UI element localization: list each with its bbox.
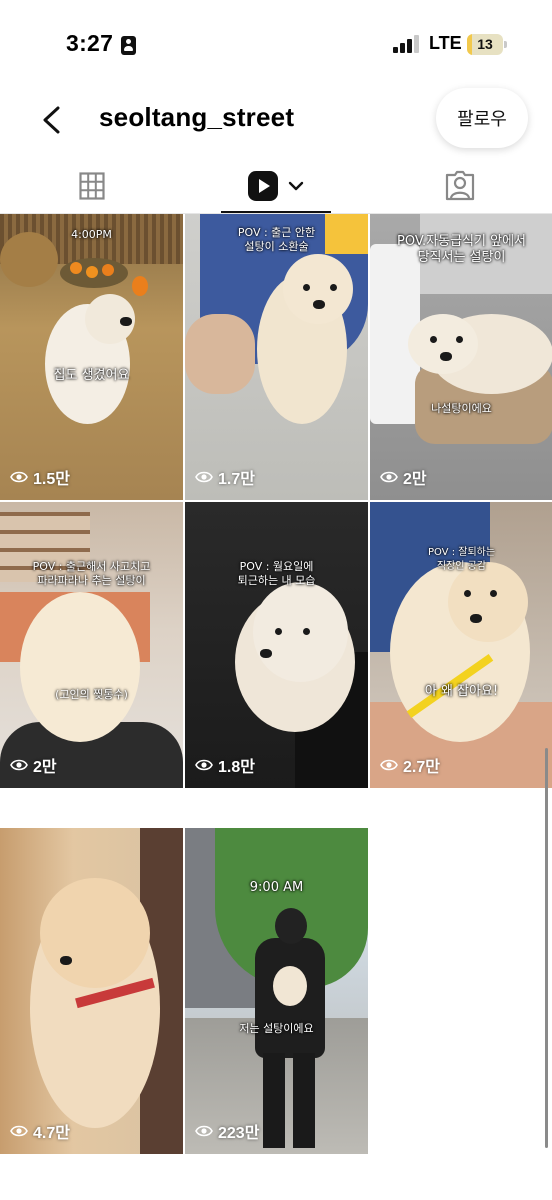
reel-tile[interactable]: 4:00PM 집도 생겼어요 1.5만 (0, 214, 183, 500)
status-bar: 3:27 LTE 13 (0, 0, 552, 90)
view-count: 2.7만 (380, 753, 440, 777)
view-count-label: 2만 (403, 471, 427, 488)
reel-caption: 4:00PM (71, 228, 112, 241)
eye-icon (10, 1125, 28, 1137)
cellular-signal-icon (393, 35, 419, 53)
reel-tile[interactable]: 4.7만 (0, 828, 183, 1154)
view-count: 223만 (195, 1119, 259, 1143)
person-leg (185, 314, 255, 394)
reel-caption: POV : 출근 안한 설탕이 소환술 (237, 226, 316, 253)
view-count-label: 2.7만 (403, 759, 440, 776)
reel-caption-secondary: 집도 생겼어요 (53, 368, 130, 383)
reel-caption: 9:00 AM (249, 880, 304, 895)
puppy (20, 592, 140, 742)
eye-icon (195, 759, 213, 771)
eye-icon (380, 471, 398, 483)
reel-caption: POV : 월요일에 퇴근하는 내 모습 (237, 560, 316, 587)
profile-tabs (0, 158, 552, 214)
profile-username: seoltang_street (99, 102, 295, 132)
view-count: 2만 (10, 753, 57, 777)
battery-tip (504, 41, 507, 48)
reel-tile[interactable]: POV : 출근 안한 설탕이 소환술 1.7만 (185, 214, 368, 500)
eye-icon (10, 759, 28, 771)
reel-tile[interactable]: 9:00 AM 저는 설탕이에요 223만 (185, 828, 368, 1154)
tagged-tab[interactable] (368, 158, 552, 214)
reel-tile[interactable]: POV : 출근해서 사고치고 파라파라나 추는 설탕이 (고인의 찢통수) 2… (0, 502, 183, 788)
reel-tile[interactable]: POV : 월요일에 퇴근하는 내 모습 1.8만 (185, 502, 368, 788)
eye-icon (195, 1125, 213, 1137)
view-count-label: 4.7만 (33, 1125, 70, 1142)
eye-icon (10, 471, 28, 483)
reel-caption: POV.자동급식기 앞에서 당직서는 설탕이 (396, 234, 526, 265)
chevron-down-icon (288, 181, 304, 191)
reel-tile[interactable]: POV.자동급식기 앞에서 당직서는 설탕이 나설탕이에요 2만 (370, 214, 552, 500)
reel-caption-secondary: 저는 설탕이에요 (239, 1022, 314, 1035)
reel-tile[interactable]: POV : 잘퇴하는 직장인 공감 아 왜 잡아요! 2.7만 (370, 502, 552, 788)
view-count: 4.7만 (10, 1119, 70, 1143)
view-count-label: 1.8만 (218, 759, 255, 776)
battery-icon: 13 (467, 34, 503, 55)
scrollbar[interactable] (545, 748, 548, 1148)
view-count-label: 223만 (218, 1125, 260, 1142)
reels-grid: 4:00PM 집도 생겼어요 1.5만 POV : 출근 안한 설탕이 소환술 … (0, 214, 552, 1154)
tagged-person-icon (445, 170, 475, 201)
status-time: 3:27 (66, 30, 114, 56)
view-count: 1.7만 (195, 465, 255, 489)
battery-percent: 13 (477, 36, 493, 52)
view-count-label: 1.7만 (218, 471, 255, 488)
view-count: 1.8만 (195, 753, 255, 777)
view-count-label: 1.5만 (33, 471, 70, 488)
view-count-label: 2만 (33, 759, 57, 776)
reel-caption: POV : 잘퇴하는 직장인 공감 (427, 547, 496, 572)
back-arrow-icon[interactable] (36, 100, 72, 140)
view-count: 2만 (380, 465, 427, 489)
reel-caption-secondary: (고인의 찢통수) (55, 688, 128, 701)
view-count: 1.5만 (10, 465, 70, 489)
reels-tab[interactable] (184, 158, 368, 214)
grid-icon (79, 172, 105, 200)
reels-play-icon (248, 171, 278, 201)
reel-caption: POV : 출근해서 사고치고 파라파라나 추는 설탕이 (32, 560, 151, 587)
network-label: LTE (429, 33, 462, 53)
eye-icon (195, 471, 213, 483)
reel-caption-secondary: 아 왜 잡아요! (424, 684, 499, 699)
puppy (273, 966, 307, 1006)
follow-button[interactable]: 팔로우 (436, 88, 528, 148)
reel-caption-secondary: 나설탕이에요 (431, 402, 492, 415)
focus-id-icon (121, 36, 136, 55)
eye-icon (380, 759, 398, 771)
grid-tab[interactable] (0, 158, 184, 214)
